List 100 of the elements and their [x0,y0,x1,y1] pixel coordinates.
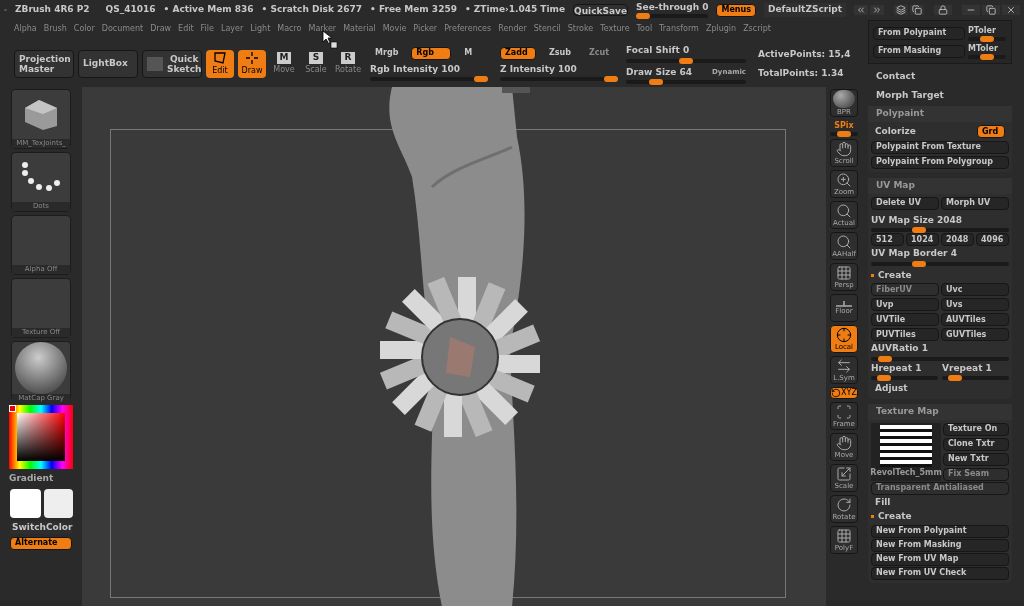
slider-track[interactable] [370,77,488,82]
slider-track[interactable] [871,261,1009,266]
create-subheader[interactable]: Create [871,510,1009,524]
panel-button[interactable]: PUVTiles [871,328,939,341]
panel-button[interactable]: New Txtr [943,452,1009,466]
panel-button[interactable]: Delete UV [871,196,939,210]
canvas[interactable] [82,87,826,606]
depth-mode-toggle[interactable]: Zadd [500,46,536,60]
slider-thumb[interactable] [980,54,994,60]
section-header[interactable]: Texture Map [868,403,1012,420]
panel-button[interactable]: From Masking [873,44,965,58]
panel-button[interactable]: Morph UV [941,196,1009,210]
menu-item[interactable]: Marker [308,22,337,35]
slider-thumb[interactable] [649,79,663,85]
section-header[interactable]: UV Map [868,177,1012,194]
menu-item[interactable]: Picker [413,22,438,35]
slider-thumb[interactable] [877,375,892,381]
tool-button[interactable]: R Rotate [334,50,362,78]
color-swatch[interactable] [9,405,16,412]
lock-button[interactable] [934,5,952,15]
slider-track[interactable] [968,55,1006,59]
slider-thumb[interactable] [877,355,892,362]
menu-item[interactable]: Brush [43,22,67,35]
previous-layout-button[interactable] [854,5,868,15]
xyz-button[interactable]: XYZ [830,387,858,399]
color-square[interactable] [17,413,65,461]
morph-target-header[interactable]: Morph Target [868,88,1012,102]
color-mode-toggle[interactable]: M [459,46,478,60]
menu-item[interactable]: Color [73,22,95,35]
panel-button[interactable]: Polypaint From Texture [871,140,1009,154]
menu-item[interactable]: Stencil [533,22,561,35]
panel-button[interactable]: New From Polypaint [871,524,1009,538]
canvas-handle[interactable] [502,87,530,93]
panel-button[interactable]: Texture On [943,422,1009,436]
switch-color-button[interactable]: SwitchColor [10,520,72,534]
depth-mode-toggle[interactable]: Zsub [544,46,576,60]
panel-button[interactable]: New From Masking [871,538,1009,552]
panel-button[interactable]: Polypaint From Polygroup [871,155,1009,169]
menu-item[interactable]: Layer [221,22,244,35]
contact-header[interactable]: Contact [868,70,1012,84]
close-button[interactable] [1002,5,1020,15]
tool-button[interactable]: S Scale [302,50,330,78]
main-color-swatch[interactable] [9,488,41,518]
menu-item[interactable]: Tool [636,22,653,35]
menu-item[interactable]: Zscript [743,22,771,35]
slider-thumb[interactable] [912,227,927,233]
create-subheader[interactable]: Create [871,268,1009,282]
secondary-color-swatch[interactable] [43,488,73,518]
slider-track[interactable] [830,132,858,136]
menu-item[interactable]: Alpha [14,22,37,35]
color-mode-toggle[interactable]: Mrgb [370,46,404,60]
slider-thumb[interactable] [948,375,963,381]
panel-button[interactable]: UVTile [871,313,939,326]
menu-item[interactable]: Macro [277,22,302,35]
menu-item[interactable]: Light [250,22,271,35]
restore-button[interactable] [982,5,1000,15]
quick-sketch-button[interactable]: Quick Sketch [142,50,202,78]
menu-item[interactable]: Movie [382,22,407,35]
slider-track[interactable] [968,37,1006,41]
panel-button[interactable]: New From UV Check [871,566,1009,580]
color-mode-toggle[interactable]: Rgb [411,46,452,60]
panel-button[interactable]: AUVTiles [941,313,1009,326]
panel-button[interactable]: 512 [871,233,904,246]
lightbox-button[interactable]: LightBox [78,50,138,78]
fill-subheader[interactable]: Fill [871,495,1009,509]
menu-item[interactable]: Draw [150,22,172,35]
menu-item[interactable]: Stroke [567,22,594,35]
menu-item[interactable]: Transform [659,22,699,35]
slider-thumb[interactable] [636,13,651,19]
panel-button[interactable]: 2048 [941,233,974,246]
menu-item[interactable]: Zplugin [705,22,737,35]
slider-track[interactable] [626,58,746,63]
alternate-toggle[interactable]: Alternate [10,536,72,550]
menus-toggle[interactable]: Menus [716,3,757,17]
menu-item[interactable]: File [200,22,214,35]
slider-thumb[interactable] [679,57,693,64]
slider-thumb[interactable] [604,76,618,83]
panel-button[interactable]: Uvp [871,298,939,311]
slider-track[interactable] [871,356,1009,361]
panel-button[interactable]: GUVTiles [941,328,1009,341]
panel-button[interactable]: New From UV Map [871,552,1009,566]
panel-button[interactable]: 1024 [906,233,939,246]
menu-item[interactable]: Render [498,22,527,35]
menu-item[interactable]: Document [101,22,144,35]
panel-button[interactable]: Clone Txtr [943,437,1009,451]
slider-thumb[interactable] [980,36,994,42]
projection-master-button[interactable]: Projection Master [14,50,74,78]
texture-thumbnail[interactable]: RevolTech_5mm [871,422,941,481]
tool-button[interactable]: Edit [206,50,234,78]
next-layout-button[interactable] [870,5,884,15]
color-picker[interactable] [9,405,73,469]
menu-item[interactable]: Texture [600,22,630,35]
slider-thumb[interactable] [912,260,927,267]
panel-button[interactable]: Uvs [941,298,1009,311]
panel-button[interactable]: From Polypaint [873,26,965,40]
tool-button[interactable]: Draw [238,50,266,78]
panel-button[interactable]: Uvc [941,283,1009,296]
menu-item[interactable]: Material [343,22,376,35]
slider-track[interactable] [500,77,618,82]
grd-toggle[interactable]: Grd [977,125,1005,139]
